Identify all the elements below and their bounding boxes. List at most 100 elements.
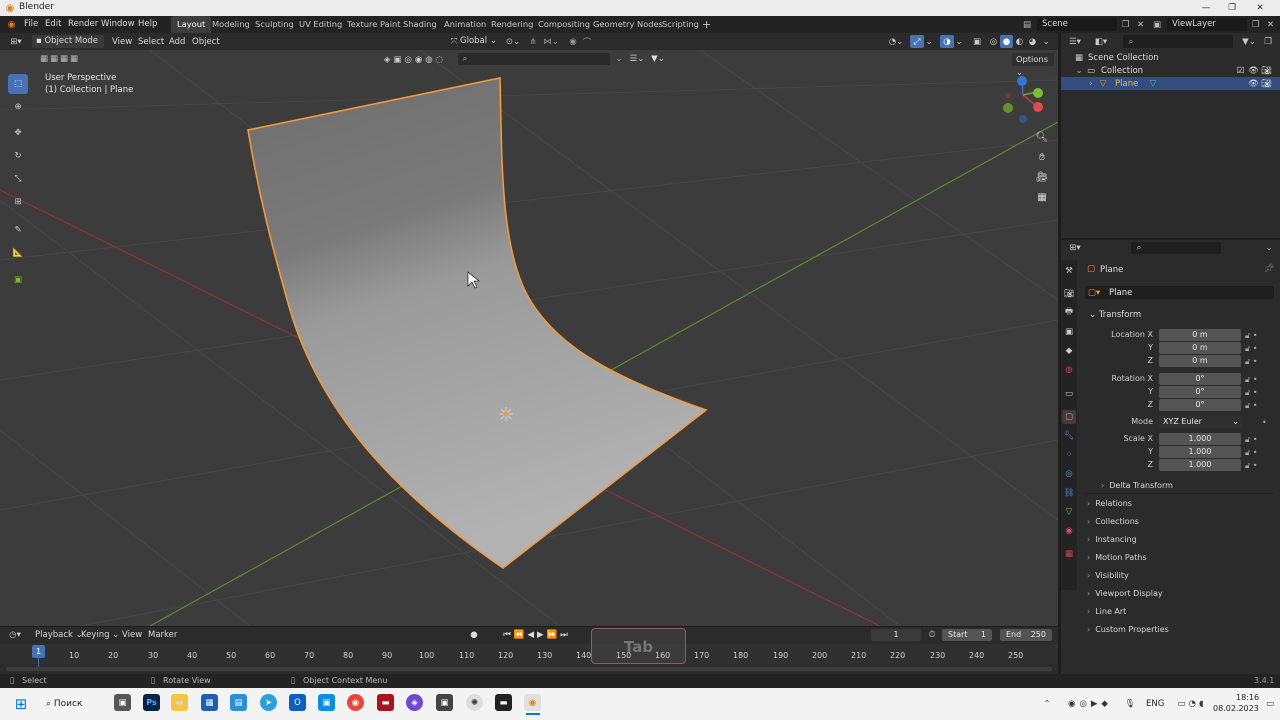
outlook-icon[interactable]: O — [289, 694, 306, 711]
eye-icon[interactable]: 👁︎ — [1248, 78, 1259, 89]
outliner-row-scene-collection[interactable]: ▦ Scene Collection — [1061, 51, 1280, 64]
mode-dropdown[interactable]: ▪ Object Mode ⌄ — [32, 35, 104, 59]
task-view-icon[interactable]: ▣ — [114, 694, 131, 711]
exclude-checkbox-icon[interactable]: ☑ — [1235, 65, 1246, 76]
lock-icon[interactable]: 🔓︎ • — [1245, 433, 1275, 446]
chevron-right-icon[interactable]: › — [1087, 77, 1095, 90]
snap-icon[interactable]: ⋔ — [526, 35, 540, 48]
blender-menu-icon[interactable]: ◉ — [6, 19, 17, 30]
menu-render[interactable]: Render — [68, 19, 98, 29]
visibility-icon[interactable]: ◔⌄ — [886, 35, 906, 48]
maximize-icon[interactable]: ❐ — [1222, 1, 1242, 15]
location-y-field[interactable]: 0 m — [1159, 342, 1241, 354]
relations-section[interactable]: Relations — [1087, 499, 1132, 508]
filter-icon[interactable]: ▼⌄ — [648, 53, 668, 65]
store-icon[interactable]: ▣ — [318, 694, 335, 711]
outliner-search-input[interactable]: ⌕ — [1123, 35, 1233, 48]
object-tab-icon[interactable]: ▢ — [1062, 410, 1076, 424]
purple-app-icon[interactable]: ◈ — [406, 694, 423, 711]
data-tab-icon[interactable]: ▽ — [1063, 506, 1075, 518]
plane-object[interactable] — [247, 77, 708, 569]
scene-field[interactable]: Scene — [1037, 18, 1117, 31]
tab-geometry-nodes[interactable]: Geometry Nodes — [593, 16, 663, 33]
constraints-tab-icon[interactable]: ⛓︎ — [1063, 487, 1075, 499]
delete-view-layer-icon[interactable]: ✕ — [1264, 18, 1277, 31]
new-view-layer-icon[interactable]: ❐ — [1249, 18, 1262, 31]
clock-date[interactable]: 08.02.2023 — [1213, 704, 1259, 713]
taskbar-search[interactable]: ⌕ Поиск — [46, 694, 102, 714]
tab-scripting[interactable]: Scripting — [662, 16, 699, 33]
file-explorer-icon[interactable]: ▬ — [171, 694, 188, 711]
pan-hand-icon[interactable]: ✋︎ — [1033, 148, 1051, 166]
annotate-tool-icon[interactable]: ✎ — [8, 220, 28, 240]
network-sound-icons[interactable]: ▭◔◖ — [1172, 697, 1212, 711]
timer-icon[interactable]: ⏱ — [926, 629, 938, 641]
blender-taskbar-icon[interactable]: ◉ — [524, 694, 541, 711]
lock-icon[interactable]: 🔓︎ • — [1245, 355, 1275, 368]
render-tab-icon[interactable]: 📷︎ — [1063, 288, 1075, 300]
chevron-down-icon[interactable]: ⌄ — [1075, 64, 1083, 77]
texture-tab-icon[interactable]: ▦ — [1063, 548, 1075, 560]
chevron-down-icon[interactable]: ⌄ — [612, 53, 626, 65]
view-layer-tab-icon[interactable]: ▣ — [1063, 326, 1075, 338]
move-tool-icon[interactable]: ✥ — [8, 123, 28, 143]
lock-icon[interactable]: 🔓︎ • — [1245, 329, 1275, 342]
terminal-icon[interactable]: ▬ — [495, 694, 512, 711]
instancing-section[interactable]: Instancing — [1087, 535, 1136, 544]
chevron-down-icon[interactable]: ⌄ — [1263, 242, 1275, 254]
menu-add[interactable]: Add — [169, 37, 185, 47]
filter-icon[interactable]: ▼⌄ — [1239, 35, 1259, 48]
menu-select[interactable]: Select — [138, 37, 164, 47]
measure-tool-icon[interactable]: 📐 — [8, 243, 28, 263]
menu-file[interactable]: File — [24, 19, 38, 29]
rotation-mode-dropdown[interactable]: XYZ Euler ⌄ — [1159, 416, 1243, 428]
custom-properties-section[interactable]: Custom Properties — [1087, 625, 1169, 634]
selection-mode-icons[interactable]: ▦▦▦▦ — [30, 53, 90, 65]
chevron-down-icon[interactable]: ⌄ — [954, 35, 964, 48]
scene-icon[interactable]: ▤ — [1020, 18, 1034, 31]
solid-shading-icon[interactable]: ● — [1000, 35, 1013, 48]
properties-editor-type-icon[interactable]: ⊞▾ — [1065, 242, 1085, 254]
tab-animation[interactable]: Animation — [444, 16, 486, 33]
material-shading-icon[interactable]: ◐ — [1013, 35, 1026, 48]
record-icon[interactable]: ● — [468, 629, 480, 641]
display-mode-icon[interactable]: ◧▾ — [1091, 35, 1111, 48]
photoshop-icon[interactable]: Ps — [143, 694, 160, 711]
lock-icon[interactable]: 🔓︎ • — [1245, 342, 1275, 355]
proportional-falloff-icon[interactable]: ⌒ — [580, 35, 594, 48]
microphone-icon[interactable]: 🎙︎ — [1124, 697, 1136, 711]
chrome-icon[interactable]: ◉ — [347, 694, 364, 711]
outliner-row-collection[interactable]: ⌄ ▭ Collection ☑ 👁︎ 📷︎ — [1061, 64, 1280, 77]
rotation-y-field[interactable]: 0° — [1159, 386, 1241, 398]
playhead[interactable]: 1 — [32, 645, 45, 658]
windows-start-icon[interactable]: ⊞ — [12, 695, 30, 713]
lock-icon[interactable]: 🔓︎ • — [1245, 373, 1275, 386]
location-z-field[interactable]: 0 m — [1159, 355, 1241, 367]
lock-icon[interactable]: 🔓︎ • — [1245, 459, 1275, 472]
sort-icon[interactable]: ☰⌄ — [627, 53, 647, 65]
notifications-icon[interactable]: ▭ — [1264, 697, 1276, 711]
tab-uv-editing[interactable]: UV Editing — [299, 16, 342, 33]
pin-icon[interactable]: 📌︎ — [1263, 263, 1275, 275]
outliner-row-plane[interactable]: › ▽ Plane ▽ 👁︎ 📷︎ — [1061, 77, 1280, 90]
tab-sculpting[interactable]: Sculpting — [255, 16, 294, 33]
rotation-z-field[interactable]: 0° — [1159, 399, 1241, 411]
view-layer-icon[interactable]: ▣ — [1150, 18, 1164, 31]
tray-icons[interactable]: ◉◎▶◆ — [1058, 697, 1122, 711]
new-collection-icon[interactable]: ❐ — [1261, 35, 1275, 48]
playback-menu[interactable]: Playback ⌄ — [35, 630, 83, 640]
add-workspace-button[interactable]: + — [702, 16, 711, 33]
cursor-tool-icon[interactable]: ⊕ — [8, 97, 28, 117]
orientation-dropdown[interactable]: Global ⌄ — [460, 35, 498, 48]
select-box-tool-icon[interactable]: ⬚ — [8, 74, 28, 94]
overlay-icon[interactable]: ◑ — [940, 35, 954, 48]
scale-z-field[interactable]: 1.000 — [1159, 459, 1241, 471]
editor-type-icon[interactable]: ⊞▾ — [6, 35, 26, 48]
timeline-view-menu[interactable]: View — [122, 630, 142, 640]
calculator-icon[interactable]: ▦ — [201, 694, 218, 711]
options-dropdown[interactable]: Options ⌄ — [1012, 53, 1054, 77]
tab-shading[interactable]: Shading — [403, 16, 437, 33]
start-frame-field[interactable]: Start 1 — [942, 629, 992, 641]
delete-scene-icon[interactable]: ✕ — [1134, 18, 1147, 31]
xray-icon[interactable]: ▣ — [970, 35, 984, 48]
